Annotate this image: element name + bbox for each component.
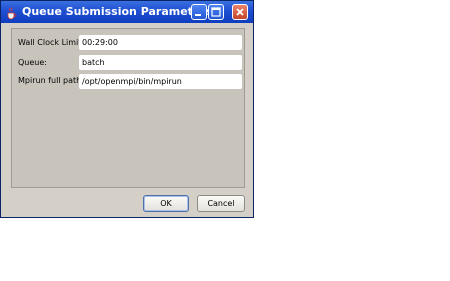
- dialog-title: Queue Submission Parameters: [22, 5, 213, 18]
- queue-field[interactable]: batch: [79, 55, 242, 70]
- maximize-icon: [211, 7, 221, 17]
- wall-clock-label: Wall Clock Limit:: [18, 38, 85, 47]
- java-cup-icon: [5, 5, 18, 20]
- minimize-icon: [195, 14, 201, 16]
- maximize-button[interactable]: [208, 4, 224, 20]
- dialog-window: Queue Submission Parameters Wall Clock L…: [0, 0, 254, 218]
- cancel-button[interactable]: Cancel: [197, 195, 245, 212]
- mpirun-path-field[interactable]: /opt/openmpi/bin/mpirun: [79, 74, 242, 89]
- parameters-panel: Wall Clock Limit: 00:29:00 Queue: batch …: [11, 28, 245, 188]
- close-button[interactable]: [232, 4, 248, 20]
- wall-clock-field[interactable]: 00:29:00: [79, 35, 242, 50]
- close-icon: [236, 8, 244, 16]
- title-bar[interactable]: Queue Submission Parameters: [1, 1, 253, 23]
- mpirun-path-label: Mpirun full path:: [18, 76, 84, 85]
- ok-button[interactable]: OK: [143, 195, 189, 212]
- queue-label: Queue:: [18, 58, 47, 67]
- minimize-button[interactable]: [191, 4, 207, 20]
